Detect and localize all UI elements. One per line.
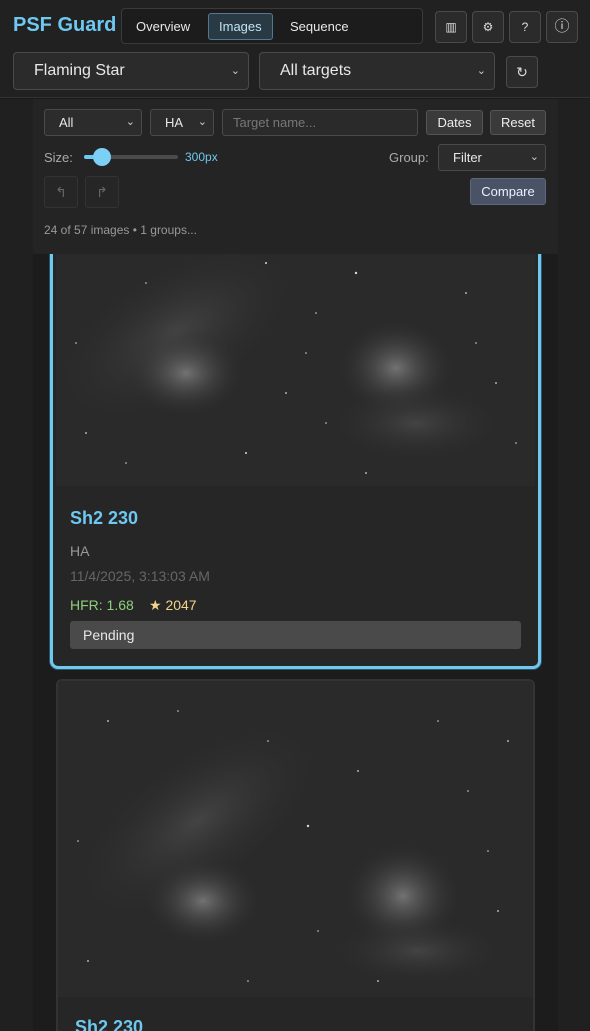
group-select-value: Filter [453, 150, 482, 165]
reset-button[interactable]: Reset [490, 110, 546, 135]
card-filter: HA [70, 543, 90, 559]
status-filter-value: All [59, 115, 74, 130]
image-thumbnail[interactable] [58, 681, 533, 997]
gear-icon[interactable]: ⚙ [472, 11, 504, 43]
chevron-down-icon: ⌄ [125, 116, 135, 128]
columns-icon[interactable]: ▥ [435, 11, 467, 43]
help-icon[interactable]: ? [509, 11, 541, 43]
card-hfr: HFR: 1.68 [70, 597, 134, 613]
group-label: Group: [389, 150, 429, 165]
size-slider-thumb[interactable] [93, 148, 111, 166]
dates-button[interactable]: Dates [426, 110, 483, 135]
chevron-down-icon: ⌄ [529, 151, 539, 163]
compare-button[interactable]: Compare [470, 178, 546, 205]
nebula-image [58, 681, 533, 997]
right-gutter [558, 99, 590, 1031]
target-select[interactable]: All targets ⌄ [259, 52, 495, 90]
project-select[interactable]: Flaming Star ⌄ [13, 52, 249, 90]
refresh-icon[interactable]: ↻ [506, 56, 538, 88]
card-title: Sh2 230 [75, 1017, 144, 1031]
undo-icon[interactable]: ↰ [44, 176, 78, 208]
tab-images[interactable]: Images [208, 13, 273, 40]
left-gutter [0, 99, 33, 1031]
target-select-value: All targets [280, 62, 352, 79]
app-logo: PSF Guard [13, 14, 117, 36]
image-card-selected[interactable]: Sh2 230 HA 11/4/2025, 3:13:03 AM HFR: 1.… [50, 220, 541, 669]
filter-type-value: HA [165, 115, 184, 130]
info-icon[interactable]: ⓘ [546, 11, 578, 43]
image-count: 24 of 57 images • 1 groups... [44, 223, 197, 237]
project-select-value: Flaming Star [34, 62, 125, 79]
image-card[interactable]: Sh2 230 [56, 679, 535, 1031]
redo-icon[interactable]: ↱ [85, 176, 119, 208]
app-header: PSF Guard Overview Images Sequence ▥ ⚙ ?… [0, 0, 590, 98]
image-thumbnail[interactable] [56, 223, 535, 486]
group-select[interactable]: Filter ⌄ [438, 144, 546, 171]
view-tabs: Overview Images Sequence [121, 8, 423, 44]
target-name-input[interactable] [222, 109, 418, 136]
card-star-count: ★ 2047 [149, 597, 197, 613]
tab-sequence[interactable]: Sequence [280, 13, 359, 40]
filter-type-select[interactable]: HA ⌄ [150, 109, 214, 136]
tab-overview[interactable]: Overview [126, 13, 200, 40]
size-value: 300px [185, 150, 218, 164]
card-title: Sh2 230 [70, 508, 139, 528]
chevron-down-icon: ⌄ [476, 65, 486, 77]
status-filter-select[interactable]: All ⌄ [44, 109, 142, 136]
status-badge[interactable]: Pending [70, 621, 521, 649]
card-date: 11/4/2025, 3:13:03 AM [70, 568, 210, 584]
nebula-image [56, 223, 535, 486]
size-label: Size: [44, 150, 73, 165]
chevron-down-icon: ⌄ [197, 116, 207, 128]
chevron-down-icon: ⌄ [230, 65, 240, 77]
